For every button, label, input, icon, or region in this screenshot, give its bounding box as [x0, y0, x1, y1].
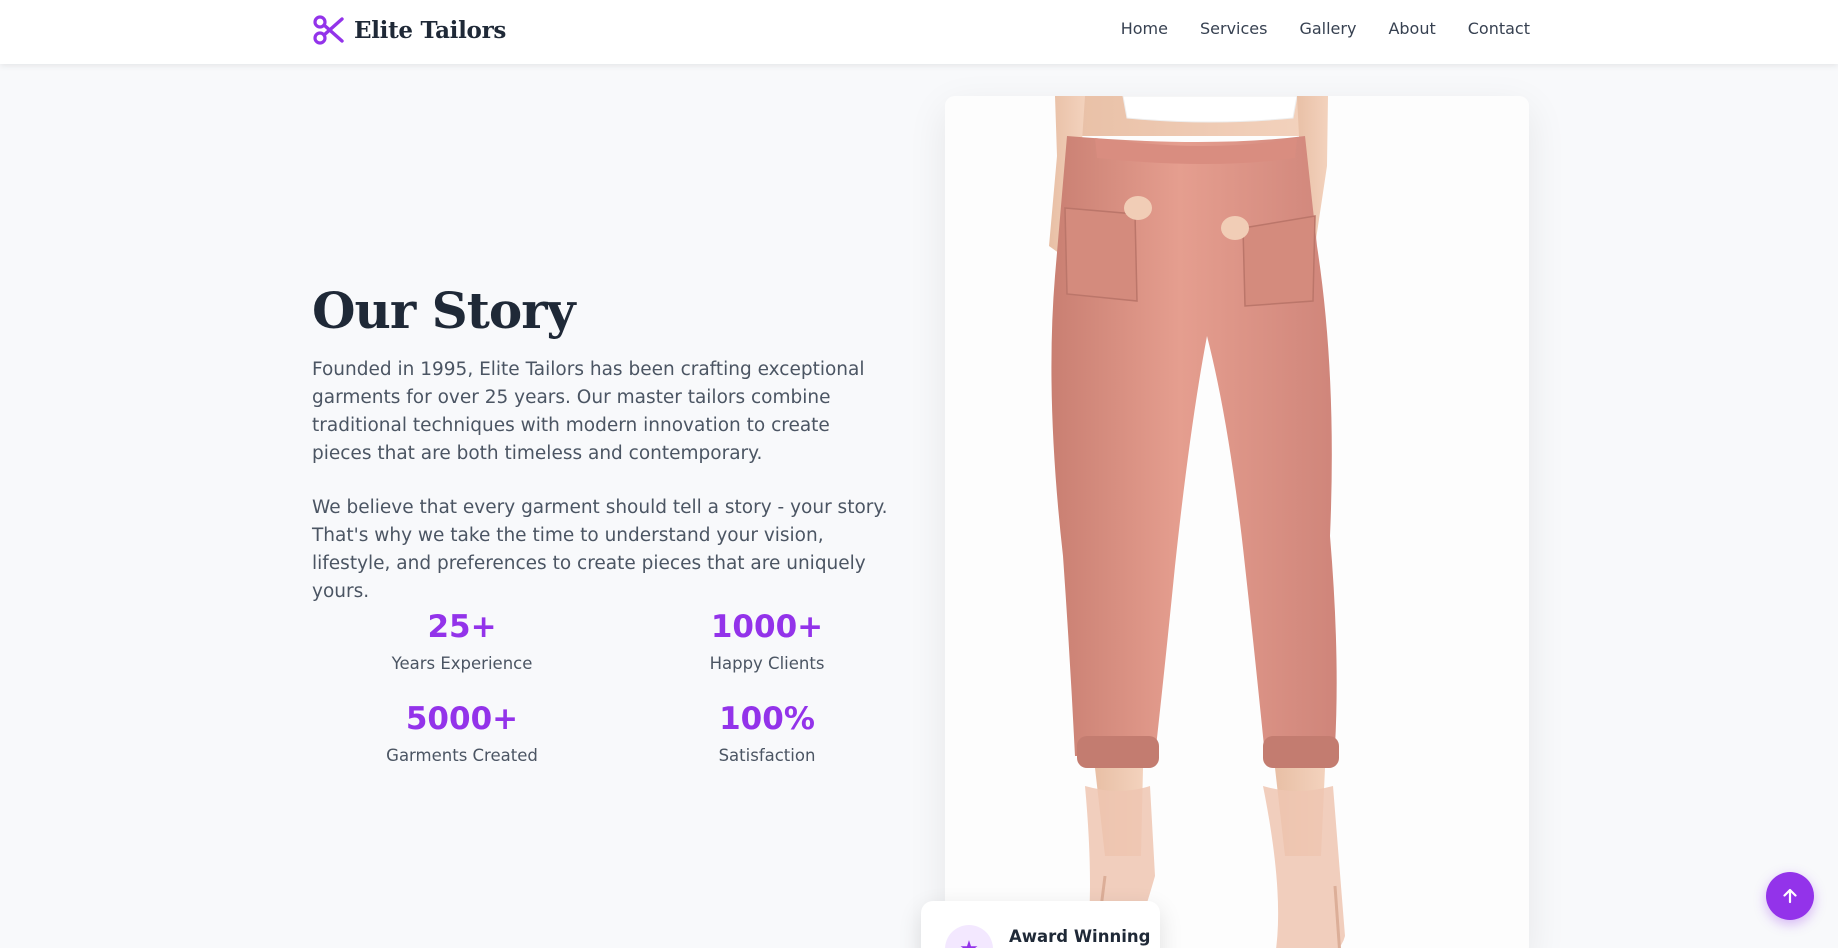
story-title: Our Story: [312, 281, 576, 340]
stat-clients: 1000+ Happy Clients: [617, 609, 917, 673]
stat-garments: 5000+ Garments Created: [312, 701, 612, 765]
award-title: Award Winning: [1009, 927, 1151, 946]
brand-name: Elite Tailors: [354, 16, 507, 44]
stat-value: 100%: [719, 701, 815, 737]
main-nav: Home Services Gallery About Contact: [1121, 19, 1530, 38]
back-to-top-button[interactable]: [1766, 872, 1814, 920]
story-paragraph: We believe that every garment should tel…: [312, 497, 888, 602]
stat-label: Happy Clients: [709, 653, 825, 673]
story-paragraph: Founded in 1995, Elite Tailors has been …: [312, 359, 865, 464]
nav-link-home[interactable]: Home: [1121, 19, 1168, 38]
stat-value: 5000+: [405, 701, 519, 737]
story-section: Our Story Founded in 1995, Elite Tailors…: [312, 283, 892, 606]
stat-years: 25+ Years Experience: [312, 609, 612, 673]
story-image: [945, 96, 1529, 948]
stat-label: Satisfaction: [718, 745, 816, 765]
nav-link-contact[interactable]: Contact: [1468, 19, 1530, 38]
stat-value: 1000+: [710, 609, 824, 645]
nav-link-about[interactable]: About: [1388, 19, 1435, 38]
stat-satisfaction: 100% Satisfaction: [617, 701, 917, 765]
arrow-up-icon: [1783, 888, 1797, 904]
stat-label: Years Experience: [391, 653, 533, 673]
award-icon: ★: [945, 925, 993, 948]
pink-trousers-photo: [945, 96, 1529, 948]
nav-link-services[interactable]: Services: [1200, 19, 1267, 38]
stat-label: Garments Created: [386, 745, 538, 765]
brand-logo[interactable]: Elite Tailors: [312, 14, 506, 46]
nav-link-gallery[interactable]: Gallery: [1299, 19, 1356, 38]
navbar: Elite Tailors Home Services Gallery Abou…: [0, 0, 1838, 64]
award-card: ★ Award Winning: [921, 901, 1160, 948]
stat-value: 25+: [427, 609, 497, 645]
scissors-icon: [313, 15, 344, 45]
